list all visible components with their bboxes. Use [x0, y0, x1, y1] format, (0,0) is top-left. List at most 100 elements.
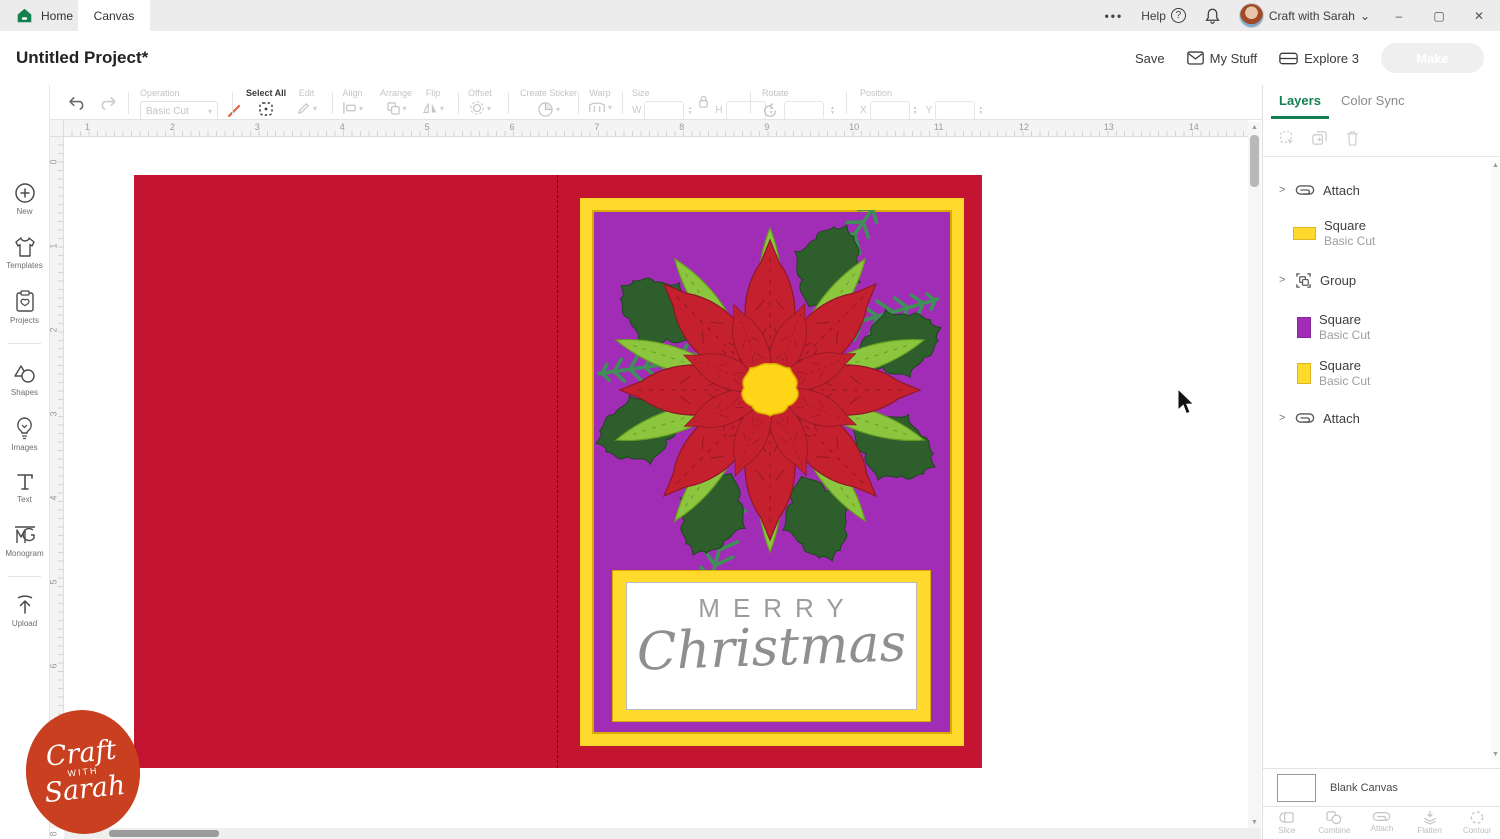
attach-icon: [1295, 183, 1315, 197]
greeting-line2: Christmas: [626, 619, 917, 678]
y-stepper[interactable]: ▲▼: [978, 106, 983, 116]
layer-row-attach-1[interactable]: > Attach: [1263, 175, 1491, 205]
x-input[interactable]: [870, 101, 910, 120]
card-fold-line: [557, 175, 558, 768]
flatten-button[interactable]: Flatten: [1406, 807, 1454, 839]
make-button[interactable]: Make: [1381, 43, 1484, 73]
account-menu[interactable]: Craft with Sarah ⌄: [1239, 3, 1370, 28]
ruler-v-number: 8: [49, 831, 59, 836]
height-input[interactable]: [726, 101, 766, 120]
rotate-input[interactable]: [784, 101, 824, 120]
sidebar-item-shapes[interactable]: Shapes: [0, 363, 49, 397]
warp-button[interactable]: Warp ▾: [588, 88, 612, 114]
explore-machine-button[interactable]: Explore 3: [1279, 51, 1359, 66]
rotate-icon[interactable]: [762, 103, 778, 119]
select-layers-icon[interactable]: [1279, 130, 1296, 147]
greeting-panel[interactable]: MERRY Christmas: [626, 582, 917, 710]
ruler-h-number: 8: [679, 122, 684, 132]
edit-label: Edit: [296, 88, 317, 98]
flatten-icon: [1422, 810, 1438, 825]
x-stepper[interactable]: ▲▼: [913, 106, 918, 116]
canvas-vertical-scrollbar[interactable]: ▲ ▼: [1248, 122, 1261, 828]
ruler-h-number: 1: [85, 122, 90, 132]
tab-home[interactable]: Home: [0, 0, 89, 31]
poinsettia-artwork[interactable]: [592, 210, 952, 582]
tab-canvas[interactable]: Canvas: [78, 0, 150, 31]
edit-button[interactable]: Edit ▾: [296, 88, 317, 116]
card-base-layer[interactable]: MERRY Christmas: [134, 175, 982, 768]
window-maximize-button[interactable]: ▢: [1428, 9, 1450, 23]
sidebar-item-new[interactable]: New: [0, 182, 49, 216]
flip-button[interactable]: Flip ▾: [422, 88, 444, 115]
greeting-mat[interactable]: MERRY Christmas: [612, 570, 931, 722]
chevron-right-icon[interactable]: >: [1279, 274, 1287, 286]
vscroll-thumb[interactable]: [1250, 135, 1259, 187]
ruler-h-number: 12: [1019, 122, 1029, 132]
scroll-up-icon[interactable]: ▲: [1492, 162, 1499, 169]
tab-color-sync[interactable]: Color Sync: [1341, 93, 1405, 108]
layer-row-square-yellow[interactable]: Square Basic Cut: [1263, 353, 1491, 393]
scroll-down-icon[interactable]: ▼: [1492, 751, 1499, 758]
layer-row-square-yellow-wide[interactable]: Square Basic Cut: [1263, 213, 1491, 253]
width-input[interactable]: [644, 101, 684, 120]
sidebar-item-label: Projects: [0, 316, 49, 325]
y-label: Y: [926, 105, 933, 116]
my-stuff-button[interactable]: My Stuff: [1187, 51, 1257, 66]
footer-label: Contour: [1453, 826, 1500, 835]
slice-button[interactable]: Slice: [1263, 807, 1311, 839]
scroll-down-icon[interactable]: ▼: [1251, 819, 1258, 826]
rotate-group: Rotate ▲▼: [762, 88, 835, 120]
sidebar-item-images[interactable]: Images: [0, 417, 49, 452]
undo-button[interactable]: [68, 95, 87, 110]
window-minimize-button[interactable]: –: [1388, 9, 1410, 23]
canvas-horizontal-scrollbar[interactable]: [64, 828, 1261, 839]
attach-button[interactable]: Attach: [1358, 807, 1406, 839]
sidebar-item-text[interactable]: Text: [0, 472, 49, 504]
layer-row-group[interactable]: > Group: [1263, 265, 1491, 295]
scroll-up-icon[interactable]: ▲: [1251, 124, 1258, 131]
duplicate-icon[interactable]: [1311, 130, 1328, 147]
hscroll-thumb[interactable]: [109, 830, 219, 837]
sidebar-item-label: Shapes: [0, 388, 49, 397]
layer-swatch[interactable]: [1297, 317, 1311, 338]
align-button[interactable]: Align ▾: [342, 88, 363, 115]
arrange-button[interactable]: Arrange ▾: [380, 88, 412, 115]
blank-canvas-swatch[interactable]: [1277, 774, 1316, 802]
layers-scrollbar[interactable]: ▲ ▼: [1491, 160, 1500, 760]
chevron-right-icon[interactable]: >: [1279, 184, 1287, 196]
trash-icon[interactable]: [1345, 130, 1360, 147]
sidebar-item-upload[interactable]: Upload: [0, 594, 49, 628]
operation-select[interactable]: Basic Cut ▾: [140, 101, 218, 121]
contour-button[interactable]: Contour: [1453, 807, 1500, 839]
notifications-bell-icon[interactable]: [1204, 7, 1221, 25]
redo-button[interactable]: [98, 95, 117, 110]
overflow-menu-icon[interactable]: •••: [1105, 9, 1124, 23]
save-button[interactable]: Save: [1135, 51, 1165, 66]
chevron-right-icon[interactable]: >: [1279, 412, 1287, 424]
layer-swatch[interactable]: [1297, 363, 1311, 384]
select-all-button[interactable]: Select All: [246, 88, 286, 117]
rotate-stepper[interactable]: ▲▼: [830, 106, 835, 116]
sidebar-item-projects[interactable]: Projects: [0, 290, 49, 325]
sidebar-item-templates[interactable]: Templates: [0, 236, 49, 270]
canvas-area[interactable]: 1234567891011121314 012345678: [50, 120, 1262, 839]
offset-button[interactable]: Offset ▾: [468, 88, 492, 116]
layer-swatch[interactable]: [1293, 227, 1316, 240]
layer-row-square-purple[interactable]: Square Basic Cut: [1263, 307, 1491, 347]
create-sticker-button[interactable]: Create Sticker ▾: [520, 88, 577, 117]
layer-row-attach-2[interactable]: > Attach: [1263, 403, 1491, 433]
align-label: Align: [342, 88, 363, 98]
window-close-button[interactable]: ✕: [1468, 9, 1490, 23]
blank-canvas-row[interactable]: Blank Canvas: [1263, 768, 1500, 806]
panel-footer: Slice Combine Attach Flatten Contour: [1263, 806, 1500, 839]
combine-button[interactable]: Combine: [1311, 807, 1359, 839]
tab-layers[interactable]: Layers: [1279, 93, 1321, 108]
width-stepper[interactable]: ▲▼: [687, 106, 692, 116]
help-button[interactable]: Help ?: [1141, 8, 1186, 23]
y-input[interactable]: [935, 101, 975, 120]
pen-color-icon[interactable]: [226, 103, 242, 119]
group-icon: [1295, 272, 1312, 289]
lock-icon[interactable]: [698, 95, 709, 109]
sidebar-item-monogram[interactable]: Monogram: [0, 525, 49, 558]
flip-label: Flip: [422, 88, 444, 98]
